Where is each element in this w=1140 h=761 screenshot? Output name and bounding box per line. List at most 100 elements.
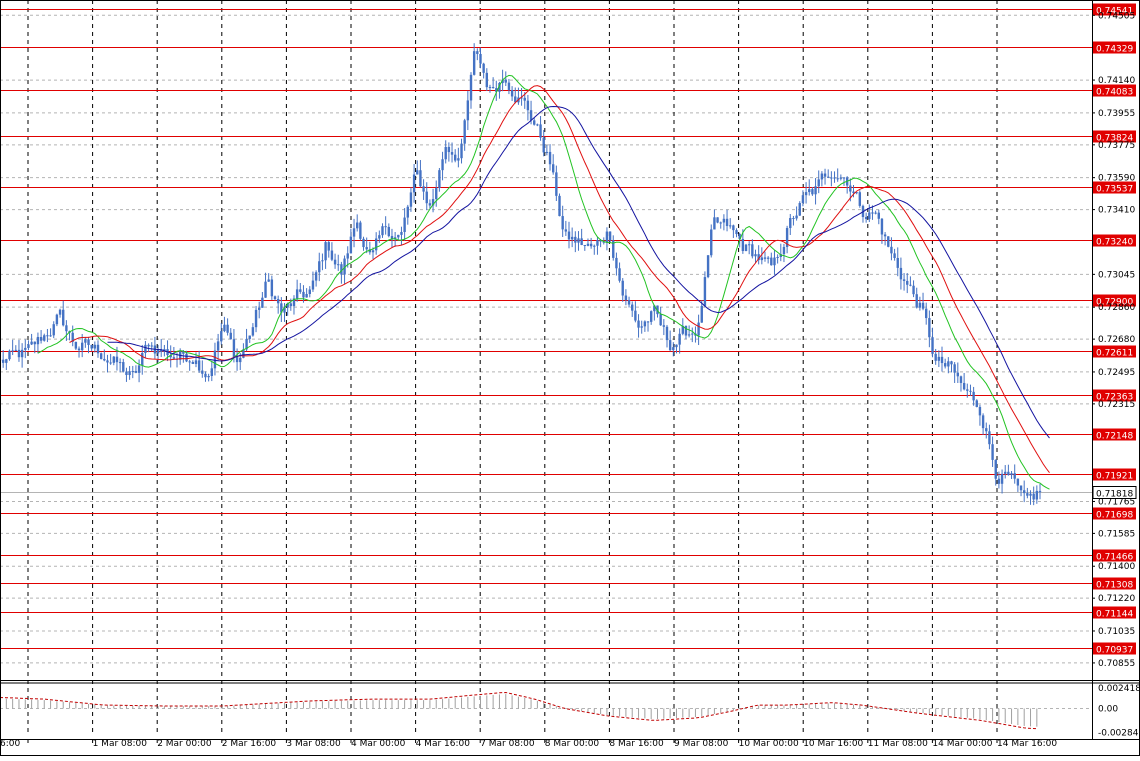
- time-tick-label: 14 Mar 00:00: [932, 739, 992, 749]
- time-tick-label: 14 Mar 16:00: [997, 739, 1057, 749]
- candle-body: [207, 375, 210, 378]
- level-label: 0.70937: [1096, 646, 1133, 656]
- candle-body: [1035, 490, 1039, 500]
- candle-body: [24, 347, 27, 350]
- candle-body: [365, 247, 368, 250]
- candle-body: [485, 72, 489, 88]
- candle-body: [479, 53, 482, 64]
- candle-body: [52, 324, 55, 336]
- candle-body: [833, 177, 836, 179]
- candle-body: [387, 226, 391, 237]
- price-tick-label: 0.71220: [1098, 594, 1135, 604]
- forex-chart[interactable]: 0.74541 0.74329 0.74083 0.73824 0.73537 0.732…: [0, 0, 1140, 757]
- candle-body: [710, 229, 713, 256]
- candle-body: [713, 217, 716, 230]
- candle-body: [817, 179, 820, 187]
- candle-body: [678, 333, 681, 345]
- candle-body: [561, 216, 564, 230]
- candle-body: [921, 302, 925, 309]
- candle-body: [251, 327, 255, 336]
- candle-body: [43, 335, 46, 341]
- candle-body: [438, 170, 441, 189]
- candle-body: [912, 285, 915, 295]
- price-tick-label: 0.72315: [1098, 400, 1135, 410]
- candle-body: [267, 279, 270, 282]
- candle-body: [754, 254, 757, 257]
- candle-body: [327, 242, 330, 251]
- candle-body: [871, 212, 874, 214]
- candle-body: [147, 344, 150, 347]
- candle-body: [877, 212, 880, 219]
- candle-body: [662, 325, 666, 327]
- candle-body: [36, 336, 40, 345]
- candle-body: [141, 353, 144, 366]
- chart-background: [0, 0, 1140, 757]
- candle-body: [359, 222, 362, 239]
- chart-canvas[interactable]: 0.745410.743290.740830.738240.735370.732…: [0, 0, 1140, 757]
- candle-body: [425, 191, 428, 204]
- candle-body: [763, 257, 767, 259]
- candle-body: [583, 244, 587, 246]
- price-tick-label: 0.71035: [1098, 627, 1135, 637]
- candle-body: [804, 192, 808, 196]
- candle-body: [744, 244, 748, 252]
- candle-body: [1038, 490, 1042, 492]
- candle-body: [909, 284, 912, 286]
- candle-body: [444, 146, 447, 160]
- candle-body: [906, 280, 909, 285]
- candle-body: [248, 335, 251, 339]
- candle-body: [770, 257, 773, 266]
- price-tick-label: 0.73775: [1098, 141, 1135, 151]
- current-price-label: 0.71818: [1096, 490, 1133, 500]
- candle-body: [962, 382, 966, 390]
- time-tick-label: 10 Mar 16:00: [803, 739, 863, 749]
- candle-body: [491, 87, 495, 89]
- candle-body: [172, 357, 176, 359]
- candle-body: [874, 212, 877, 214]
- candle-body: [640, 326, 643, 328]
- candle-body: [864, 217, 868, 220]
- candle-body: [128, 371, 131, 376]
- candle-body: [539, 124, 542, 138]
- price-tick-label: 0.74140: [1098, 76, 1135, 86]
- candle-body: [773, 257, 776, 266]
- candle-body: [580, 238, 583, 245]
- candle-body: [820, 173, 824, 180]
- candle-body: [529, 110, 533, 121]
- candle-body: [672, 347, 675, 351]
- osc-tick-label: 0.002418: [1098, 684, 1140, 694]
- candle-body: [30, 341, 33, 345]
- candle-body: [482, 63, 485, 73]
- candle-body: [934, 353, 937, 361]
- candle-body: [197, 360, 201, 371]
- candle-body: [220, 331, 223, 342]
- candle-body: [476, 51, 479, 54]
- candle-body: [940, 356, 944, 364]
- candle-body: [103, 358, 106, 361]
- candle-body: [213, 350, 217, 369]
- candle-body: [937, 356, 941, 361]
- candle-body: [384, 226, 387, 228]
- candle-body: [827, 176, 830, 178]
- candle-body: [11, 350, 14, 352]
- candle-body: [918, 302, 922, 308]
- candle-body: [1, 359, 5, 363]
- price-tick-label: 0.71400: [1098, 562, 1135, 572]
- candle-body: [125, 371, 128, 376]
- candle-body: [839, 177, 843, 179]
- candle-body: [586, 243, 590, 246]
- candle-body: [883, 234, 887, 237]
- time-tick-label: 7 Mar 08:00: [480, 739, 535, 749]
- candle-body: [605, 231, 609, 243]
- candle-body: [295, 289, 299, 299]
- candle-body: [811, 189, 814, 195]
- candle-body: [90, 344, 93, 349]
- candle-body: [258, 307, 261, 310]
- candle-body: [890, 246, 893, 254]
- candle-body: [991, 444, 994, 460]
- candle-body: [570, 236, 574, 240]
- candle-body: [706, 255, 710, 278]
- candle-body: [191, 361, 195, 364]
- osc-tick-label: 0.00: [1098, 705, 1118, 715]
- candle-body: [801, 195, 805, 204]
